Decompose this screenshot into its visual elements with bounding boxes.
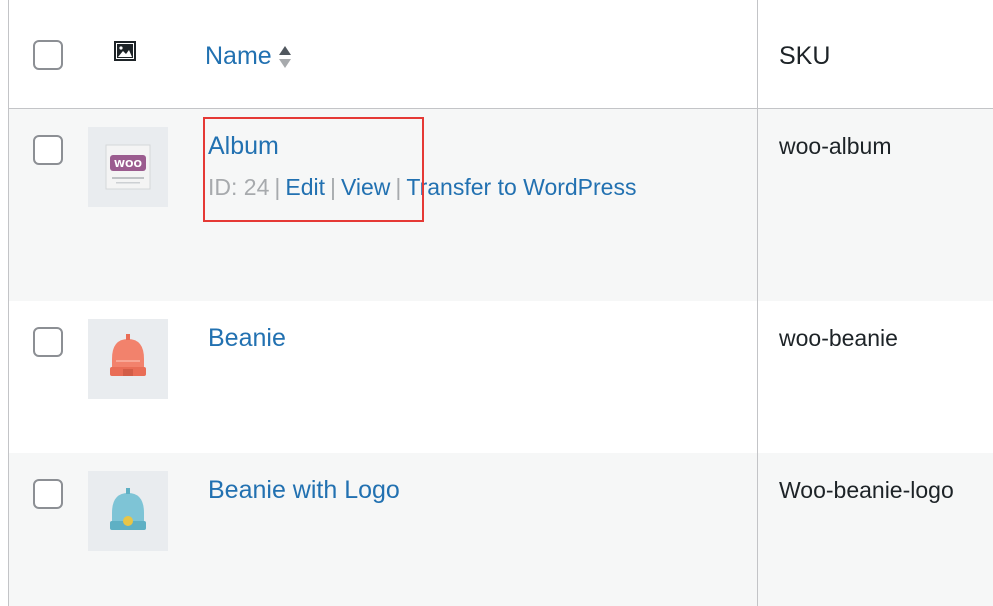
table-row: Beanie with Logo Woo-beanie-logo	[9, 453, 993, 606]
product-name-link[interactable]: Beanie	[208, 321, 286, 355]
table-row: Beanie woo-beanie	[9, 301, 993, 453]
sku-column-header[interactable]: SKU	[779, 40, 830, 72]
edit-link[interactable]: Edit	[285, 174, 325, 200]
table-header: Name SKU	[9, 0, 993, 109]
select-all-checkbox[interactable]	[33, 40, 63, 70]
row-checkbox[interactable]	[33, 327, 63, 357]
svg-text:WOO: WOO	[114, 159, 142, 170]
product-name-link[interactable]: Album	[208, 129, 279, 163]
product-name-link[interactable]: Beanie with Logo	[208, 473, 400, 507]
table-left-border	[8, 0, 9, 606]
view-link[interactable]: View	[341, 174, 390, 200]
row-checkbox[interactable]	[33, 479, 63, 509]
name-column-header[interactable]: Name	[205, 40, 292, 72]
beanie-thumbnail[interactable]	[88, 319, 168, 399]
image-icon	[114, 41, 136, 61]
transfer-to-wordpress-link[interactable]: Transfer to WordPress	[406, 174, 636, 200]
name-column-label: Name	[205, 42, 272, 70]
row-checkbox[interactable]	[33, 135, 63, 165]
product-sku: woo-beanie	[779, 325, 898, 351]
sort-arrows-icon[interactable]	[278, 44, 292, 70]
product-id: ID: 24	[208, 174, 270, 200]
album-thumbnail[interactable]: WOO	[88, 127, 168, 207]
product-sku: Woo-beanie-logo	[779, 477, 954, 503]
table-row: WOO Album ID: 24 | Edit | View | Transfer to W…	[9, 109, 993, 301]
product-sku: woo-album	[779, 133, 892, 159]
column-divider	[757, 0, 758, 606]
beanie-with-logo-thumbnail[interactable]	[88, 471, 168, 551]
row-actions: ID: 24 | Edit | View | Transfer to WordPress	[208, 174, 637, 200]
